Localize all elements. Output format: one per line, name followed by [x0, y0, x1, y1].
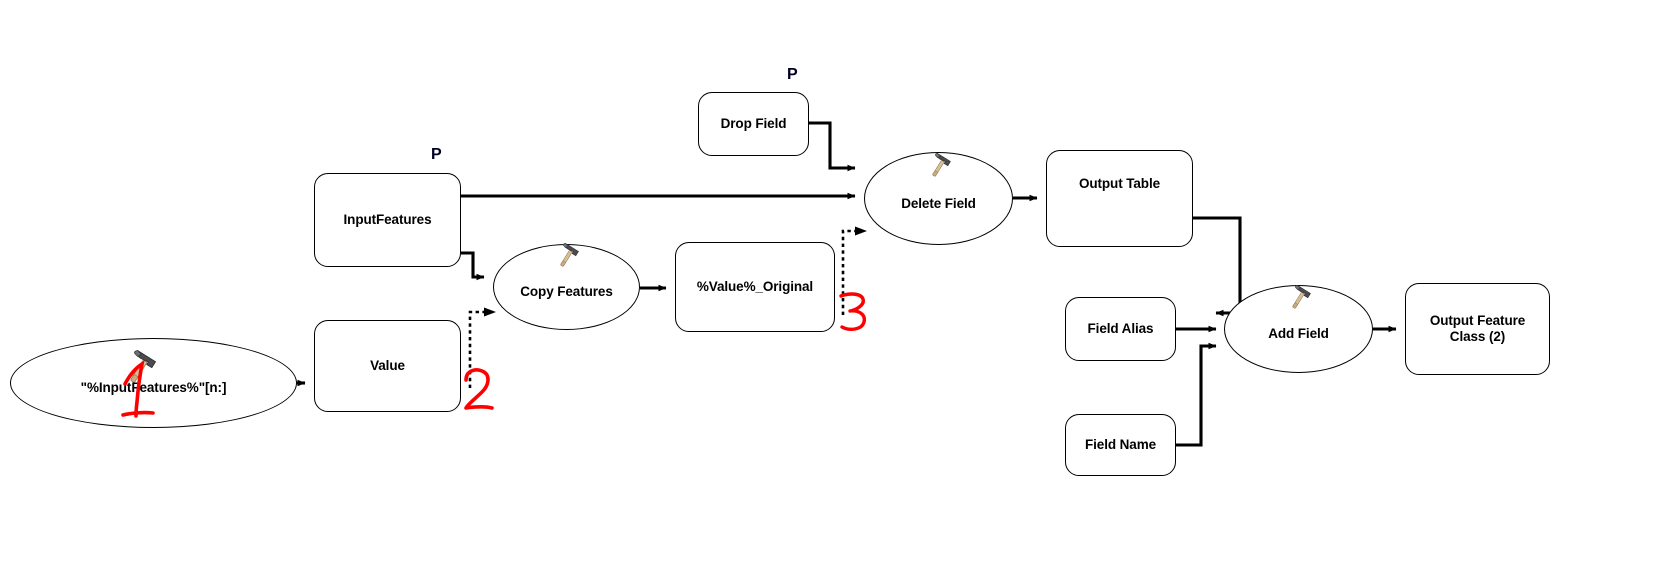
edge-valueoriginal-to-deletefield-arrowhead [855, 226, 867, 236]
node-label: Add Field [1268, 326, 1329, 342]
edge-valueoriginal-to-deletefield-dotted [841, 229, 855, 315]
node-label: InputFeatures [343, 212, 432, 228]
node-label: "%InputFeatures%"[n:] [80, 380, 227, 396]
annotation-2-marker [464, 368, 494, 410]
node-label: %Value%_Original [696, 279, 814, 295]
node-label: Field Alias [1087, 321, 1154, 337]
node-label: Drop Field [720, 116, 787, 132]
parameter-flag-drop-field: P [787, 66, 798, 83]
node-label: Output Table [1078, 175, 1161, 191]
node-label: Delete Field [901, 195, 976, 211]
node-label: Copy Features [520, 284, 613, 300]
node-field-alias[interactable]: Field Alias [1065, 297, 1176, 361]
hammer-icon [932, 153, 951, 177]
edge-value-to-copyfeatures-dotted [468, 310, 484, 388]
hammer-icon [560, 243, 579, 267]
edge-inputfeatures-to-copyfeatures [461, 251, 485, 281]
node-add-field[interactable]: Add Field [1224, 285, 1373, 373]
edge-outputtable-to-addfield [1193, 216, 1242, 317]
node-field-name[interactable]: Field Name [1065, 414, 1176, 476]
annotation-3-marker [839, 292, 866, 331]
node-label: Field Name [1084, 437, 1157, 453]
edge-fieldname-to-addfield [1176, 342, 1217, 447]
node-value-original[interactable]: %Value%_Original [675, 242, 835, 332]
node-value[interactable]: Value [314, 320, 461, 412]
node-drop-field[interactable]: Drop Field [698, 92, 809, 156]
node-delete-field[interactable]: Delete Field [864, 152, 1013, 245]
model-diagram-canvas: P P "%InputFeatures%"[n:] InputFeatures … [0, 0, 1657, 581]
hammer-icon [1292, 285, 1311, 309]
node-label: Value [370, 358, 405, 374]
edge-dropfield-to-deletefield [809, 121, 856, 172]
node-label: Output Feature Class (2) [1429, 313, 1526, 344]
node-output-table[interactable]: Output Table [1046, 150, 1193, 247]
node-copy-features[interactable]: Copy Features [493, 243, 640, 330]
node-input-features-expression[interactable]: "%InputFeatures%"[n:] [10, 338, 297, 428]
parameter-flag-input-features: P [431, 146, 442, 163]
node-output-feature-class-2[interactable]: Output Feature Class (2) [1405, 283, 1550, 375]
edge-value-to-copyfeatures-arrowhead [484, 307, 496, 317]
node-input-features[interactable]: InputFeatures [314, 173, 461, 267]
